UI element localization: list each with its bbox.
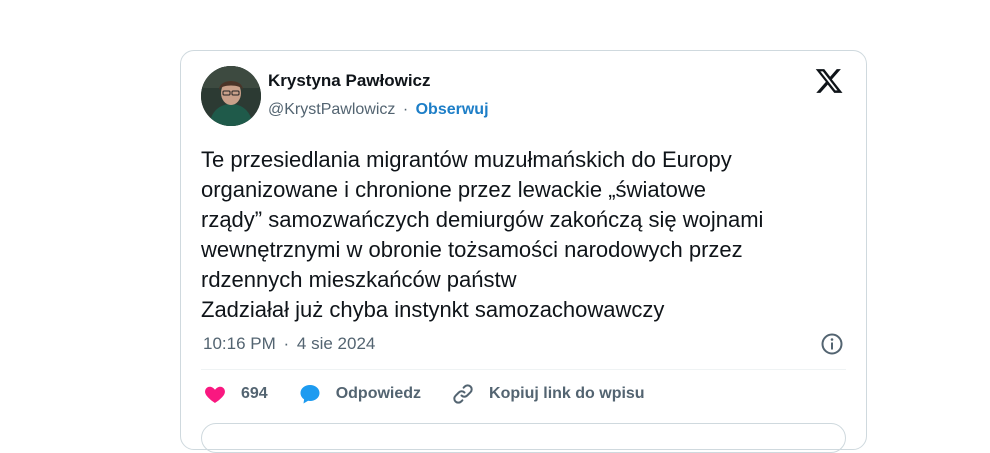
like-count: 694: [241, 385, 268, 402]
x-logo-icon[interactable]: [814, 66, 844, 96]
handle-separator: ·: [402, 101, 409, 118]
tweet-date: 4 sie 2024: [296, 334, 376, 353]
read-replies-button[interactable]: [201, 423, 846, 453]
reply-label: Odpowiedz: [335, 385, 422, 402]
speech-bubble-icon: [300, 385, 320, 404]
heart-icon: [205, 386, 225, 403]
author-handle-row: @KrystPawlowicz · Obserwuj: [268, 101, 489, 119]
action-bar: 694 Odpowiedz Kopiuj link do wpisu: [203, 382, 675, 406]
tweet-time: 10:16 PM: [203, 334, 276, 353]
avatar[interactable]: [201, 66, 261, 126]
tweet-timestamp[interactable]: 10:16 PM · 4 sie 2024: [203, 334, 375, 354]
copy-link-button[interactable]: Kopiuj link do wpisu: [451, 382, 645, 406]
info-icon[interactable]: [820, 332, 844, 356]
copy-link-label: Kopiuj link do wpisu: [489, 385, 645, 402]
author-name[interactable]: Krystyna Pawłowicz: [268, 71, 431, 91]
divider: [201, 369, 846, 370]
follow-button[interactable]: Obserwuj: [416, 101, 489, 118]
like-button[interactable]: 694: [203, 382, 268, 406]
link-icon: [453, 384, 473, 404]
avatar-image: [201, 66, 261, 126]
tweet-text: Te przesiedlania migrantów muzułmańskich…: [201, 147, 764, 322]
tweet-card: Krystyna Pawłowicz @KrystPawlowicz · Obs…: [180, 50, 867, 453]
author-handle[interactable]: @KrystPawlowicz: [268, 101, 395, 118]
reply-button[interactable]: Odpowiedz: [298, 382, 421, 406]
timestamp-separator: ·: [283, 334, 290, 353]
